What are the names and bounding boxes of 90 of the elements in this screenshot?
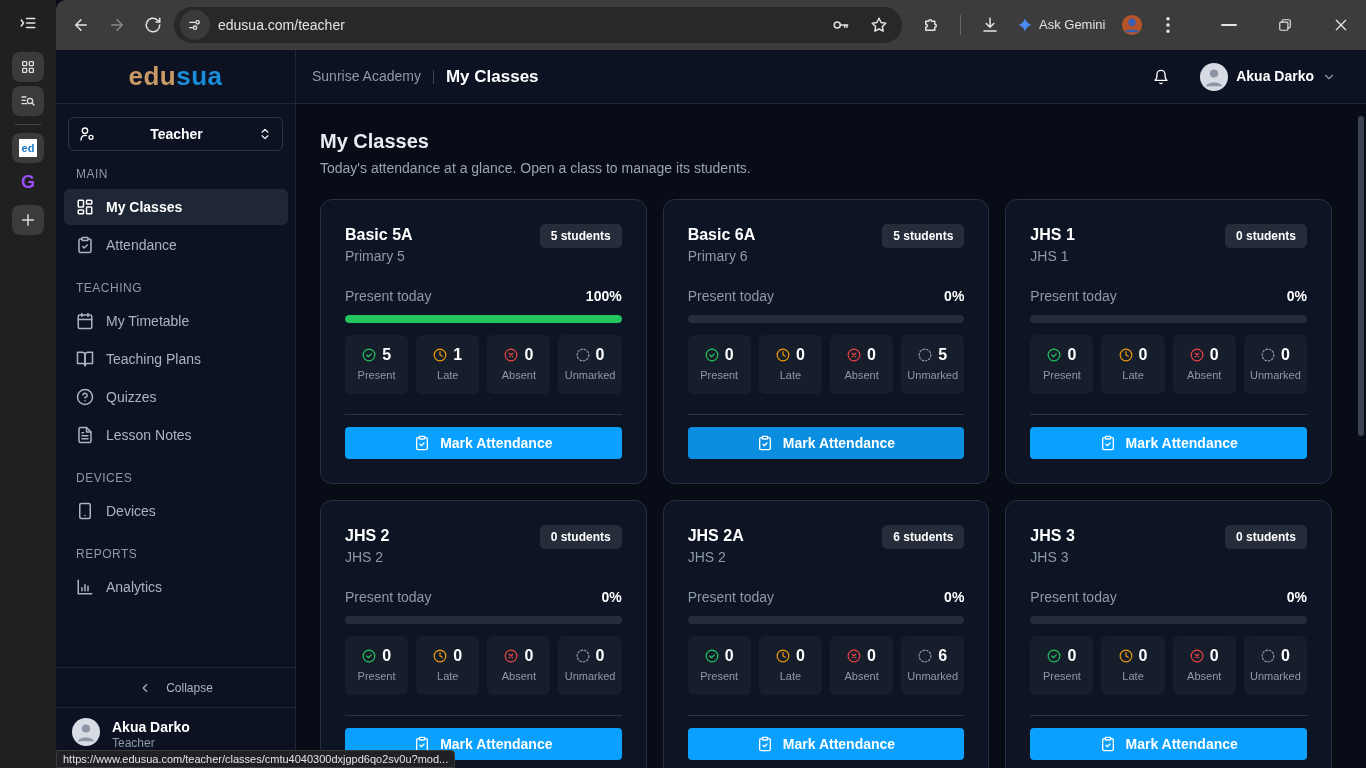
stat-label: Absent xyxy=(844,368,879,384)
stat-value: 0 xyxy=(1067,345,1077,366)
present-percent: 0% xyxy=(944,588,965,607)
present-percent: 0% xyxy=(1286,588,1307,607)
status-url-tooltip: https://www.edusua.com/teacher/classes/cmtu4040300dxjgpd6qo2sv0u?mod... xyxy=(56,750,456,768)
stat-label: Absent xyxy=(844,669,879,685)
stat-value: 0 xyxy=(382,646,392,667)
stat-label: Unmarked xyxy=(564,669,616,685)
present-percent: 100% xyxy=(585,287,622,306)
present-label: Present today xyxy=(345,588,432,607)
present-percent: 0% xyxy=(944,287,965,306)
stat-value: 0 xyxy=(595,345,605,366)
stat-label: Unmarked xyxy=(907,669,959,685)
stat-label: Present xyxy=(700,368,739,384)
section-heading: REPORTS xyxy=(75,546,139,563)
stat-label: Late xyxy=(1122,368,1144,384)
stat-value: 0 xyxy=(453,646,463,667)
stat-label: Late xyxy=(437,368,459,384)
stat-value: 0 xyxy=(867,646,876,667)
student-count: 0 students xyxy=(1224,525,1307,549)
class-name: JHS 2A xyxy=(687,526,744,546)
section-heading: DEVICES xyxy=(75,470,134,487)
stat-label: Present xyxy=(700,669,739,685)
stat-label: Absent xyxy=(501,669,537,685)
class-grade: JHS 3 xyxy=(1030,548,1070,567)
stat-value: 0 xyxy=(795,345,805,366)
present-percent: 0% xyxy=(601,588,622,607)
stat-value: 0 xyxy=(1209,345,1219,366)
stat-label: Absent xyxy=(1187,368,1222,384)
student-count: 5 students xyxy=(882,224,965,248)
page-subtitle: Today's attendance at a glance. Open a class to manage its students. xyxy=(320,159,752,178)
stat-label: Late xyxy=(779,669,802,685)
stat-label: Present xyxy=(357,669,396,685)
stat-value: 0 xyxy=(724,646,734,667)
page-title: My Classes xyxy=(320,129,430,154)
user-role: Teacher xyxy=(112,736,156,750)
class-name: JHS 2 xyxy=(345,526,390,546)
stat-label: Present xyxy=(1042,669,1081,685)
stat-value: 0 xyxy=(867,345,876,366)
stat-label: Present xyxy=(1042,368,1081,384)
stat-label: Absent xyxy=(1187,669,1222,685)
stat-value: 0 xyxy=(1138,646,1148,667)
class-grade: Primary 5 xyxy=(345,247,406,266)
stat-label: Present xyxy=(357,368,396,384)
stat-label: Unmarked xyxy=(564,368,616,384)
class-grade: JHS 2 xyxy=(345,548,385,567)
stat-label: Late xyxy=(1122,669,1144,685)
stat-value: 5 xyxy=(938,345,948,366)
stat-label: Unmarked xyxy=(1250,669,1301,685)
class-grade: Primary 6 xyxy=(687,247,749,266)
stat-value: 0 xyxy=(1280,646,1290,667)
student-count: 0 students xyxy=(539,525,622,549)
student-count: 0 students xyxy=(1224,224,1307,248)
present-label: Present today xyxy=(1030,287,1117,306)
app-logo: edusua xyxy=(56,50,295,104)
class-grade: JHS 2 xyxy=(687,548,727,567)
stat-value: 0 xyxy=(524,646,534,667)
stat-value: 0 xyxy=(1067,646,1077,667)
student-count: 5 students xyxy=(539,224,622,248)
stat-value: 0 xyxy=(795,646,805,667)
header-title: My Classes xyxy=(445,65,539,88)
student-count: 6 students xyxy=(882,525,965,549)
stat-value: 0 xyxy=(1209,646,1219,667)
class-name: Basic 5A xyxy=(345,225,413,245)
stat-value: 5 xyxy=(382,345,392,366)
stat-label: Unmarked xyxy=(907,368,959,384)
present-percent: 0% xyxy=(1286,287,1307,306)
stat-value: 0 xyxy=(1138,345,1148,366)
stat-value: 0 xyxy=(524,345,534,366)
class-grade: JHS 1 xyxy=(1030,247,1070,266)
section-heading: MAIN xyxy=(75,166,109,183)
present-label: Present today xyxy=(345,287,432,306)
class-name: JHS 3 xyxy=(1030,526,1075,546)
school-name: Sunrise Academy xyxy=(312,67,421,86)
class-name: JHS 1 xyxy=(1030,225,1075,245)
section-heading: TEACHING xyxy=(75,280,143,297)
present-label: Present today xyxy=(1030,588,1117,607)
stat-label: Absent xyxy=(501,368,537,384)
present-label: Present today xyxy=(687,588,775,607)
stat-value: 1 xyxy=(453,345,463,366)
stat-label: Unmarked xyxy=(1250,368,1301,384)
stat-label: Late xyxy=(437,669,459,685)
stat-value: 0 xyxy=(595,646,605,667)
stat-value: 0 xyxy=(724,345,734,366)
stat-label: Late xyxy=(779,368,802,384)
class-name: Basic 6A xyxy=(687,225,756,245)
user-name: Akua Darko xyxy=(112,718,190,736)
present-label: Present today xyxy=(687,287,775,306)
stat-value: 0 xyxy=(1280,345,1290,366)
stat-value: 6 xyxy=(938,646,948,667)
